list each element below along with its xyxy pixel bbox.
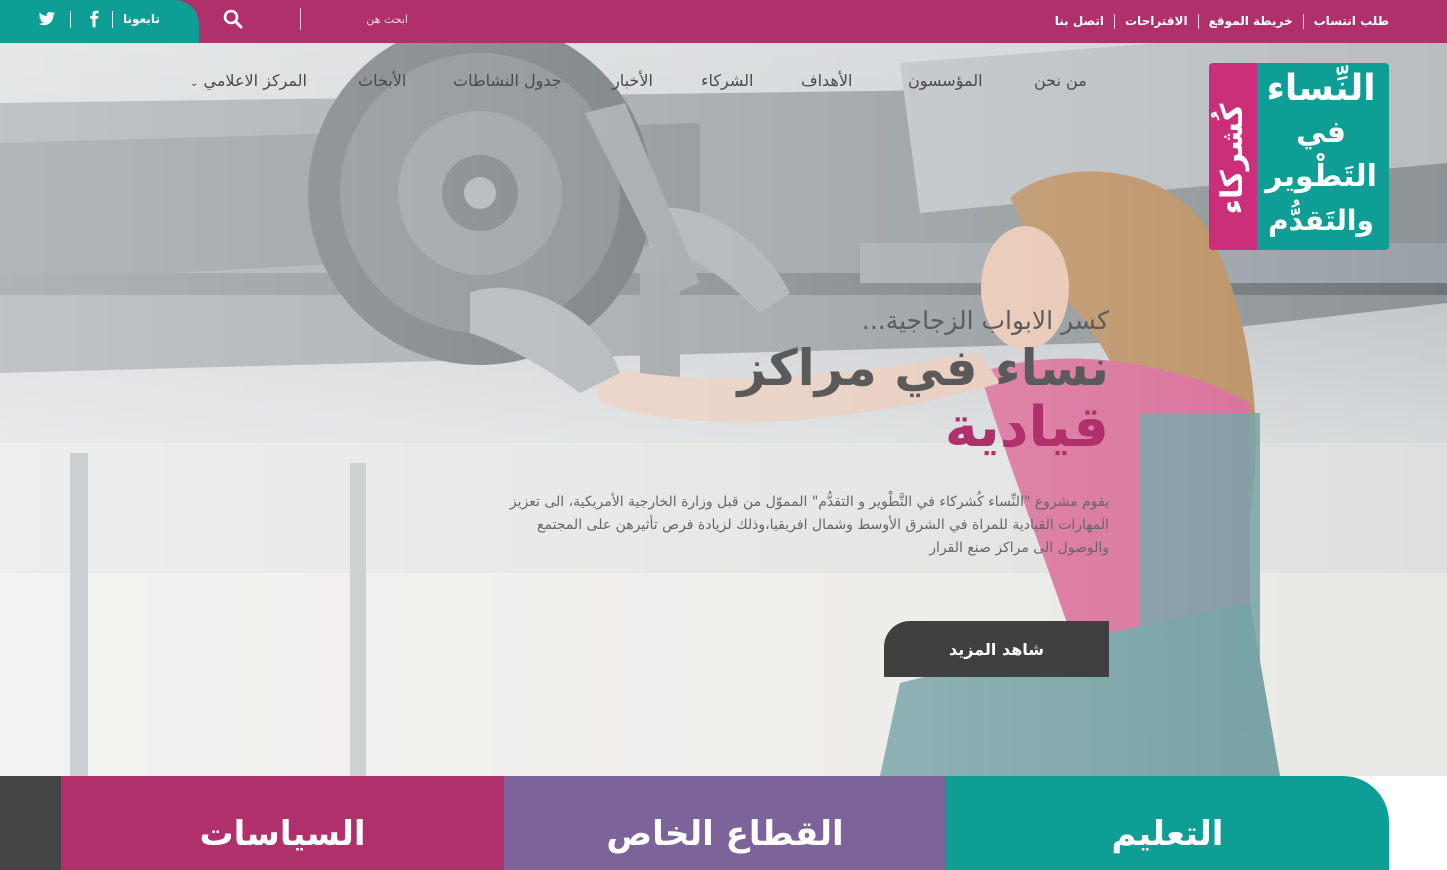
hero-headline-accent: قيادية: [944, 395, 1109, 460]
see-more-button[interactable]: شاهد المزيد: [884, 621, 1109, 677]
contact-link[interactable]: اتصل بنا: [1045, 14, 1115, 29]
search-icon[interactable]: [222, 8, 244, 30]
nav-item-activities[interactable]: جدول النشاطات: [453, 71, 562, 90]
logo-line: التَطْوير: [1265, 159, 1377, 194]
hero-kicker: كسر الابواب الزجاجية...: [861, 306, 1109, 335]
suggestions-link[interactable]: الاقتراحات: [1115, 14, 1199, 29]
sitemap-link[interactable]: خريطة الموقع: [1199, 14, 1304, 29]
tile-private-sector[interactable]: القطاع الخاص: [504, 776, 946, 870]
hero-banner: كُشركاء النِّساء في التَطْوير والتَقدُّم…: [0, 43, 1447, 776]
hero-description: يقوم مشروع "النِّساء كُشركاء في التَّطْو…: [509, 494, 1109, 556]
nav-item-partners[interactable]: الشركاء: [701, 71, 753, 90]
site-logo[interactable]: كُشركاء النِّساء في التَطْوير والتَقدُّم: [1209, 63, 1389, 250]
tile-education[interactable]: التعليم: [946, 776, 1389, 870]
chevron-down-icon: ⌄: [190, 78, 199, 89]
main-nav: من نحن المؤسسون الأهداف الشركاء الأخبار …: [180, 71, 1100, 97]
nav-item-about[interactable]: من نحن: [1034, 71, 1087, 90]
social-divider: [112, 11, 113, 28]
tile-policies[interactable]: السياسات: [61, 776, 504, 870]
follow-label: تابعونا: [123, 12, 160, 26]
top-bar: تابعونا طلب انتساب خريطة الموقع الاقتراح…: [0, 0, 1447, 43]
logo-text: النِّساء في التَطْوير والتَقدُّم: [1259, 67, 1383, 243]
nav-item-research[interactable]: الأبحاث: [358, 71, 406, 90]
utility-links: طلب انتساب خريطة الموقع الاقتراحات اتصل …: [1045, 0, 1389, 43]
logo-line: في: [1296, 115, 1346, 150]
category-tiles: السياسات القطاع الخاص التعليم: [0, 776, 1447, 870]
nav-item-news[interactable]: الأخبار: [612, 71, 653, 90]
nav-item-media-center[interactable]: المركز الاعلامي ⌄: [190, 71, 307, 90]
search-input[interactable]: [300, 8, 420, 30]
twitter-icon[interactable]: [38, 10, 56, 28]
logo-side-text: كُشركاء: [1215, 103, 1250, 215]
nav-item-founders[interactable]: المؤسسون: [908, 71, 983, 90]
hero-content: كسر الابواب الزجاجية... نساء في مراكز قي…: [500, 301, 1109, 560]
join-request-link[interactable]: طلب انتساب: [1304, 14, 1389, 29]
logo-line: والتَقدُّم: [1268, 204, 1374, 237]
social-divider: [70, 11, 71, 28]
tile-edge-block: [0, 776, 61, 870]
facebook-icon[interactable]: [85, 10, 103, 28]
nav-item-goals[interactable]: الأهداف: [801, 71, 852, 90]
social-follow-block: تابعونا: [0, 0, 199, 43]
logo-line: النِّساء: [1266, 68, 1376, 109]
hero-headline: نساء في مراكز: [737, 339, 1109, 397]
nav-item-label: المركز الاعلامي: [203, 71, 307, 90]
